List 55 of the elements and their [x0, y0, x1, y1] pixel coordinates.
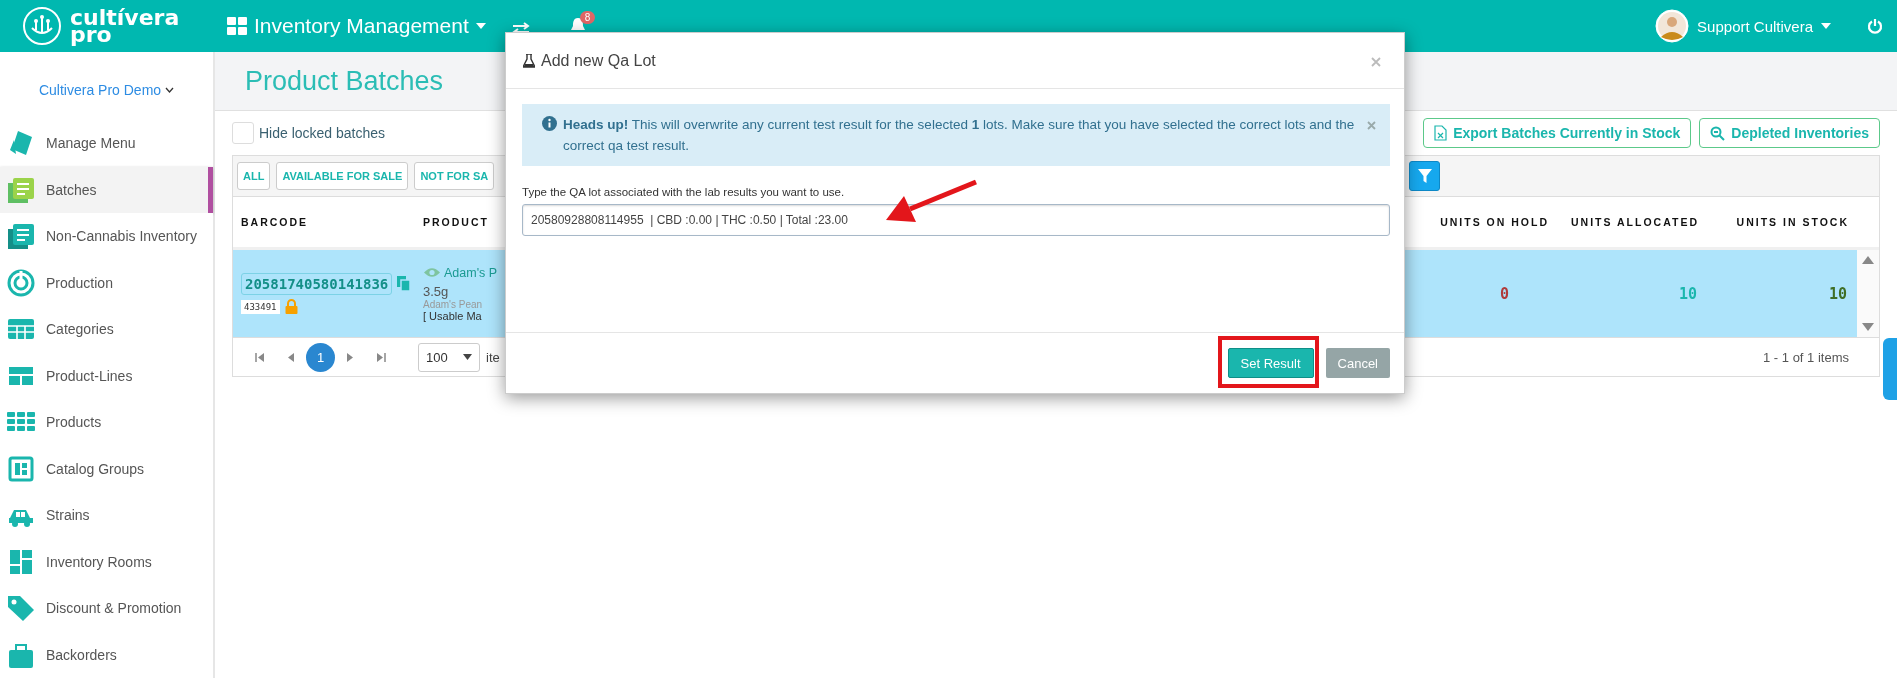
alert-message: Heads up! This will overwrite any current test result for the selected 1 lots. Make sure that you have selected the correct lots and the correct qa test result. — [563, 116, 1356, 155]
lot-tag: 433491 — [241, 299, 280, 314]
target-icon — [6, 267, 36, 298]
logo-icon — [22, 6, 62, 46]
page-button[interactable]: 1 — [306, 342, 335, 372]
page-size-label: ite — [486, 349, 500, 365]
page-size-select[interactable]: 100 — [418, 342, 480, 372]
scrollbar[interactable] — [1857, 250, 1879, 337]
table-cell: 10 — [1828, 284, 1847, 303]
dialog-title: Add new Qa Lot — [541, 51, 656, 70]
spreadsheet-file-icon — [1434, 125, 1448, 141]
account-selector[interactable]: Cultivera Pro Demo — [0, 82, 213, 120]
table-cell: 10 — [1678, 284, 1697, 303]
close-icon — [1371, 57, 1381, 67]
column-header: PRODUCT — [422, 216, 489, 228]
previous-page-icon[interactable] — [288, 352, 294, 362]
column-header: UNITS ON HOLD — [1439, 216, 1550, 228]
qa-lot-field[interactable]: 20580928808114955 | CBD :0.00 | THC :0.50 | Total :23.00 — [522, 204, 1390, 236]
checkbox[interactable] — [232, 122, 254, 144]
product-category: [ Usable Ma — [423, 309, 483, 322]
logo-wordmark: cultívera — [70, 9, 180, 26]
field-label: Type the QA lot associated with the lab results you want to use. — [522, 186, 846, 198]
next-page-icon[interactable] — [347, 352, 353, 362]
column-header: BARCODE — [240, 216, 309, 228]
power-icon[interactable] — [1867, 18, 1883, 34]
scroll-down-icon[interactable] — [1862, 323, 1874, 331]
sidebar-item[interactable]: Batches — [0, 166, 213, 213]
caret-icon — [463, 354, 472, 360]
close-icon — [1367, 121, 1376, 130]
filter-icon-button[interactable] — [1409, 161, 1440, 191]
last-page-icon[interactable] — [377, 352, 386, 362]
chevron-icon — [165, 87, 175, 93]
document-stack-icon — [6, 221, 36, 252]
table-cell: 0 — [1499, 284, 1509, 303]
pager-summary: 1 - 1 of 1 items — [1763, 349, 1849, 365]
grid-icon — [227, 17, 247, 35]
price-tag-icon — [6, 593, 36, 624]
caret-icon — [475, 23, 486, 29]
page-title: Product Batches — [245, 65, 444, 97]
funnel-icon — [1417, 168, 1432, 184]
column-header: UNITS ALLOCATED — [1570, 216, 1700, 228]
column-header: UNITS IN STOCK — [1735, 216, 1850, 228]
product-subtitle: Adam's Pean — [423, 298, 484, 310]
notification-badge: 8 — [579, 11, 596, 24]
avatar-icon — [1655, 9, 1690, 43]
checkbox-label: Hide locked batches — [259, 125, 386, 141]
scroll-up-icon[interactable] — [1862, 256, 1874, 264]
copy-icon[interactable] — [397, 276, 412, 292]
search-icon — [1710, 125, 1726, 141]
first-page-icon[interactable] — [255, 352, 264, 362]
caret-icon — [1821, 23, 1831, 29]
info-icon — [542, 116, 557, 131]
flask-icon — [523, 53, 535, 68]
eye-icon — [423, 267, 441, 278]
product-size: 3.5g — [423, 283, 450, 299]
